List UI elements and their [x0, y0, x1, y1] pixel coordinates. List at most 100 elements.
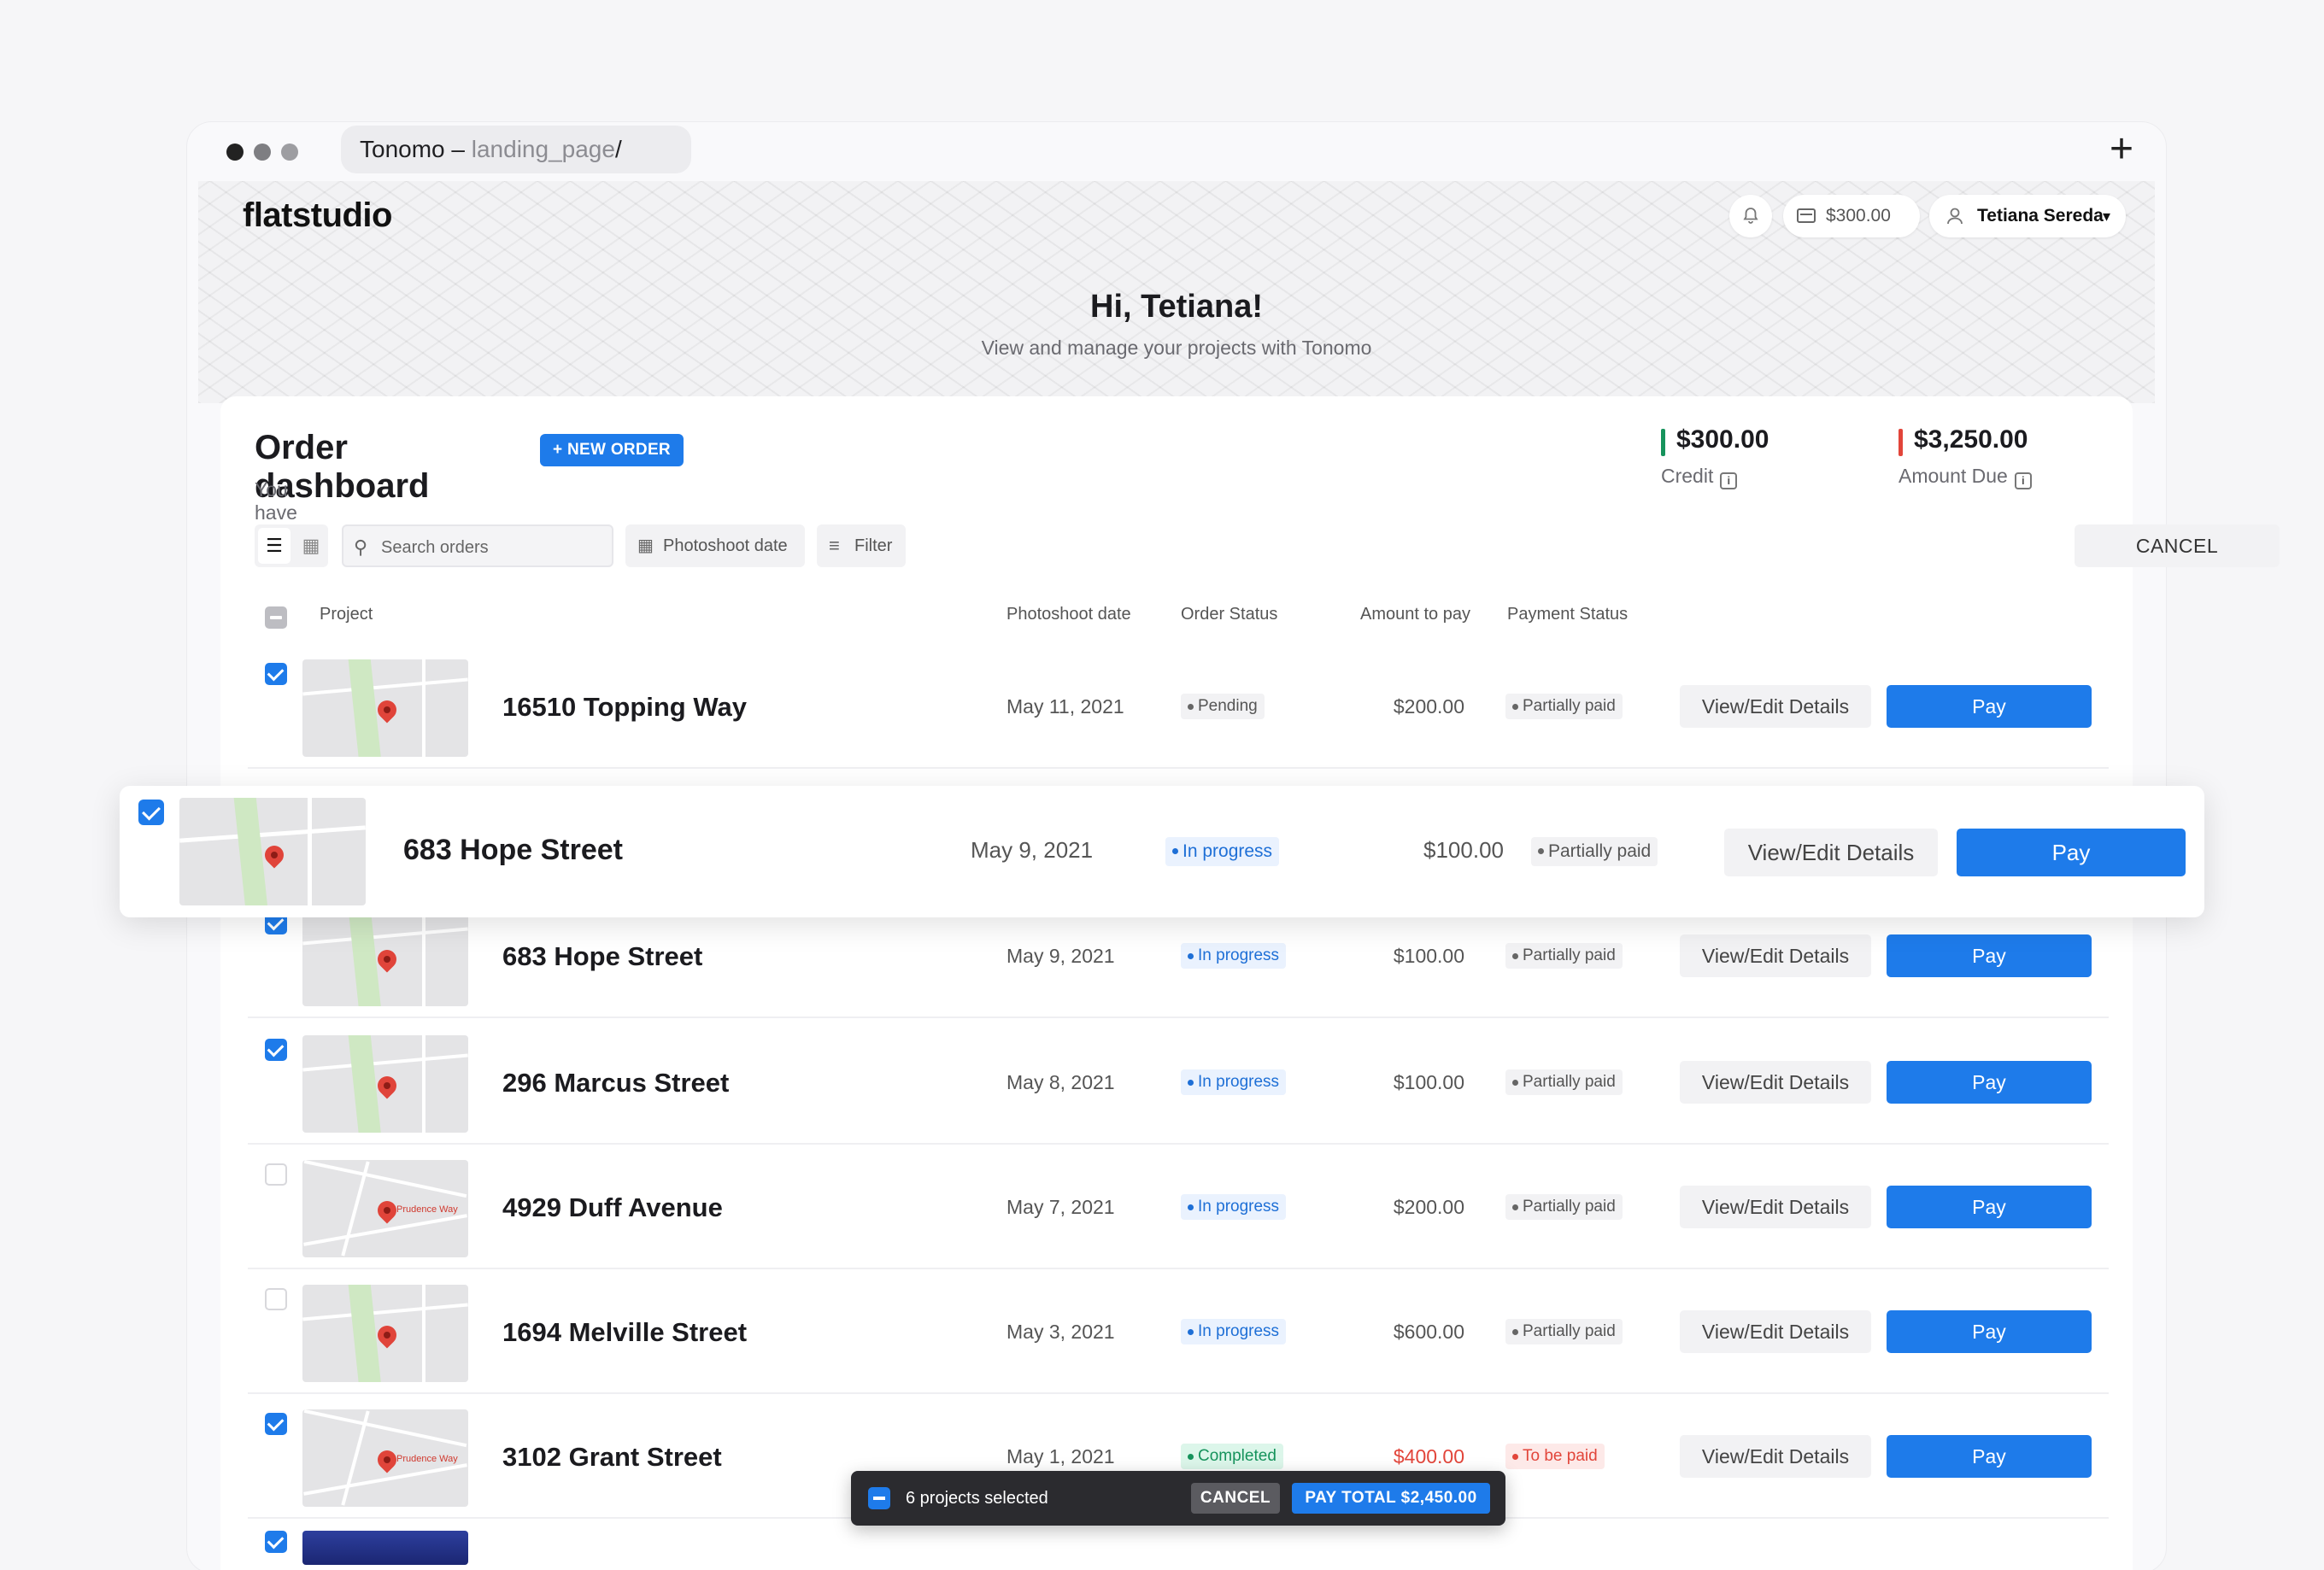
browser-chrome: Tonomo – landing_page/ + — [187, 122, 2166, 182]
table-row[interactable]: 16510 Topping Way May 11, 2021 Pending $200… — [248, 647, 2109, 769]
pay-button[interactable]: Pay — [1887, 1061, 2092, 1104]
order-status-badge: Completed — [1181, 1444, 1283, 1469]
new-tab-icon[interactable]: + — [2110, 129, 2133, 170]
calendar-icon: ▦ — [637, 536, 654, 555]
selection-count: 6 projects selected — [906, 1489, 1048, 1508]
amount-to-pay: $200.00 — [1393, 1196, 1464, 1218]
view-edit-button[interactable]: View/Edit Details — [1680, 1061, 1871, 1104]
search-input[interactable]: ⚲ Search orders — [342, 524, 613, 567]
amount-to-pay: $100.00 — [1423, 837, 1504, 863]
pay-button[interactable]: Pay — [1887, 1435, 2092, 1478]
address-separator: – — [451, 136, 465, 162]
map-thumbnail: Prudence Way — [302, 1160, 468, 1257]
credit-bar — [1661, 429, 1665, 456]
row-checkbox[interactable] — [265, 663, 287, 685]
window-minimize-dot[interactable] — [254, 144, 271, 161]
notification-bell-icon[interactable] — [1729, 195, 1772, 237]
credit-value: $300.00 — [1676, 425, 1769, 454]
order-status-badge: In progress — [1181, 1319, 1287, 1344]
amount-to-pay: $100.00 — [1393, 1071, 1464, 1093]
pay-button[interactable]: Pay — [1887, 934, 2092, 977]
search-placeholder: Search orders — [381, 538, 489, 557]
pay-total-button[interactable]: PAY TOTAL $2,450.00 — [1292, 1483, 1490, 1514]
project-name: 683 Hope Street — [502, 941, 703, 971]
filter-icon: ≡ — [829, 535, 840, 556]
info-icon[interactable]: i — [2014, 472, 2032, 489]
map-thumbnail — [179, 798, 366, 905]
pay-button[interactable]: Pay — [1957, 829, 2186, 876]
new-order-label: NEW ORDER — [567, 441, 671, 459]
table-row[interactable]: 296 Marcus Street May 8, 2021 In progress $… — [248, 1023, 2109, 1145]
chevron-down-icon: ▾ — [2102, 208, 2110, 225]
map-thumbnail — [302, 1285, 468, 1382]
greeting: Hi, Tetiana! — [1090, 289, 1263, 325]
filter-label: Filter — [854, 536, 893, 555]
photoshoot-date-filter[interactable]: ▦ Photoshoot date — [625, 524, 805, 567]
payment-status-badge: Partially paid — [1531, 837, 1658, 866]
order-status-badge: In progress — [1165, 837, 1280, 866]
address-bar[interactable]: Tonomo – landing_page/ — [341, 126, 691, 173]
location-pin-icon — [373, 1072, 401, 1099]
pay-button[interactable]: Pay — [1887, 685, 2092, 728]
payment-status-badge: Partially paid — [1505, 1069, 1623, 1095]
user-icon — [1947, 208, 1963, 225]
row-checkbox[interactable] — [265, 1163, 287, 1186]
column-header-order-status[interactable]: Order Status — [1181, 605, 1277, 624]
new-order-button[interactable]: + NEW ORDER — [540, 434, 684, 466]
column-header-amount[interactable]: Amount to pay — [1360, 605, 1470, 624]
payment-status-badge: Partially paid — [1505, 1194, 1623, 1220]
photoshoot-date: May 1, 2021 — [1006, 1445, 1115, 1467]
user-menu[interactable]: Tetiana Sereda ▾ — [1929, 195, 2126, 237]
row-checkbox[interactable] — [265, 1288, 287, 1310]
map-thumbnail: Prudence Way — [302, 1409, 468, 1507]
photoshoot-date: May 7, 2021 — [1006, 1196, 1115, 1218]
order-status-badge: In progress — [1181, 1194, 1287, 1220]
credit-pill-amount: $300.00 — [1826, 206, 1891, 226]
pay-button[interactable]: Pay — [1887, 1186, 2092, 1228]
cancel-button[interactable]: CANCEL — [2075, 524, 2280, 567]
view-edit-button[interactable]: View/Edit Details — [1680, 1435, 1871, 1478]
grid-view-icon[interactable]: ▦ — [296, 528, 326, 564]
location-pin-icon — [261, 841, 288, 869]
row-checkbox[interactable] — [138, 800, 164, 825]
deselect-checkbox[interactable] — [868, 1487, 890, 1509]
map-thumbnail — [302, 659, 468, 757]
column-header-payment-status[interactable]: Payment Status — [1507, 605, 1628, 624]
view-edit-button[interactable]: View/Edit Details — [1680, 934, 1871, 977]
amount-to-pay: $400.00 — [1393, 1445, 1464, 1467]
row-checkbox[interactable] — [265, 1413, 287, 1435]
view-edit-button[interactable]: View/Edit Details — [1680, 685, 1871, 728]
plus-icon: + — [553, 441, 568, 459]
filter-button[interactable]: ≡ Filter — [817, 524, 906, 567]
select-all-checkbox[interactable] — [265, 606, 287, 629]
selection-cancel-button[interactable]: CANCEL — [1191, 1483, 1280, 1514]
amount-due-bar — [1899, 429, 1903, 456]
list-view-icon[interactable]: ☰ — [258, 528, 290, 564]
column-header-project[interactable]: Project — [320, 605, 373, 624]
pay-button[interactable]: Pay — [1887, 1310, 2092, 1353]
dragged-row[interactable]: 683 Hope Street May 9, 2021 In progress … — [120, 786, 2204, 917]
project-name: 683 Hope Street — [403, 834, 623, 866]
window-maximize-dot[interactable] — [281, 144, 298, 161]
order-status-badge: Pending — [1181, 694, 1265, 719]
selection-bar: 6 projects selected CANCEL PAY TOTAL $2,… — [851, 1471, 1505, 1526]
address-app: Tonomo — [360, 136, 445, 162]
logo[interactable]: flatstudio — [243, 196, 392, 235]
view-edit-button[interactable]: View/Edit Details — [1680, 1310, 1871, 1353]
row-checkbox[interactable] — [265, 1039, 287, 1061]
window-close-dot[interactable] — [226, 144, 244, 161]
table-row[interactable]: 1694 Melville Street May 3, 2021 In progre… — [248, 1273, 2109, 1394]
info-icon[interactable]: i — [1720, 472, 1738, 489]
column-header-photoshoot-date[interactable]: Photoshoot date — [1006, 605, 1131, 624]
location-pin-icon — [373, 1321, 401, 1349]
view-edit-button[interactable]: View/Edit Details — [1724, 829, 1938, 876]
project-name: 16510 Topping Way — [502, 692, 747, 722]
location-pin-icon — [373, 696, 401, 723]
address-slash: / — [614, 136, 622, 162]
table-row[interactable]: Prudence Way 4929 Duff Avenue May 7, 2021 I… — [248, 1148, 2109, 1269]
credit-pill[interactable]: $300.00 — [1783, 195, 1920, 237]
view-edit-button[interactable]: View/Edit Details — [1680, 1186, 1871, 1228]
location-pin-icon — [373, 946, 401, 973]
photoshoot-date: May 8, 2021 — [1006, 1071, 1115, 1093]
row-checkbox[interactable] — [265, 1531, 287, 1553]
